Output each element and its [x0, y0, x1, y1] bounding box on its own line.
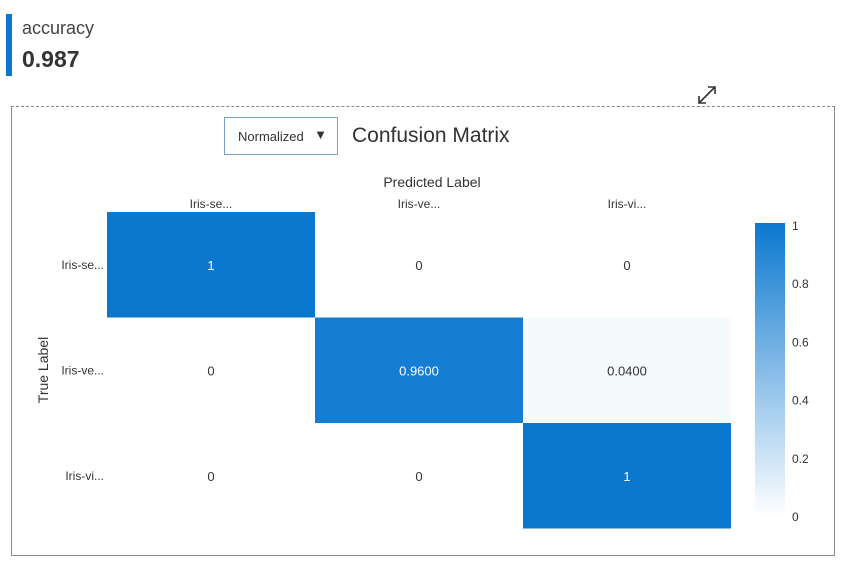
y-tick-labels: Iris-se... Iris-ve... Iris-vi...: [61, 258, 104, 483]
heatmap-cell-label: 1: [207, 258, 214, 273]
y-tick-label: Iris-vi...: [65, 469, 104, 483]
confusion-matrix-chart: 1 0 0 0 0.9600 0.0400 0 0 1 Iris-se... Iris-ve...…: [35, 174, 809, 529]
colorbar-tick-label: 1: [792, 219, 799, 233]
colorbar: [755, 223, 785, 517]
colorbar-tick-label: 0: [792, 510, 799, 524]
x-tick-label: Iris-vi...: [608, 197, 647, 211]
colorbar-tick-label: 0.6: [792, 335, 809, 349]
x-tick-label: Iris-se...: [190, 197, 233, 211]
heatmap-cell-label: 0: [207, 469, 214, 484]
x-axis-label: Predicted Label: [383, 174, 480, 190]
heatmap-cell-label: 0.9600: [399, 363, 439, 378]
colorbar-tick-labels: 1 0.8 0.6 0.4 0.2 0: [792, 219, 809, 524]
x-tick-label: Iris-ve...: [398, 197, 441, 211]
heatmap-cell-label: 1: [623, 469, 630, 484]
heatmap-cell-label: 0: [415, 258, 422, 273]
colorbar-tick-label: 0.4: [792, 394, 809, 408]
heatmap-cell-label: 0.0400: [607, 363, 647, 378]
y-axis-label: True Label: [35, 337, 51, 403]
colorbar-tick-label: 0.8: [792, 277, 809, 291]
y-tick-label: Iris-ve...: [61, 363, 104, 377]
y-tick-label: Iris-se...: [61, 258, 104, 272]
x-tick-labels: Iris-se... Iris-ve... Iris-vi...: [190, 197, 647, 211]
heatmap-cell-label: 0: [415, 469, 422, 484]
colorbar-tick-label: 0.2: [792, 452, 809, 466]
heatmap-cell-label: 0: [207, 363, 214, 378]
heatmap-cell-label: 0: [623, 258, 630, 273]
